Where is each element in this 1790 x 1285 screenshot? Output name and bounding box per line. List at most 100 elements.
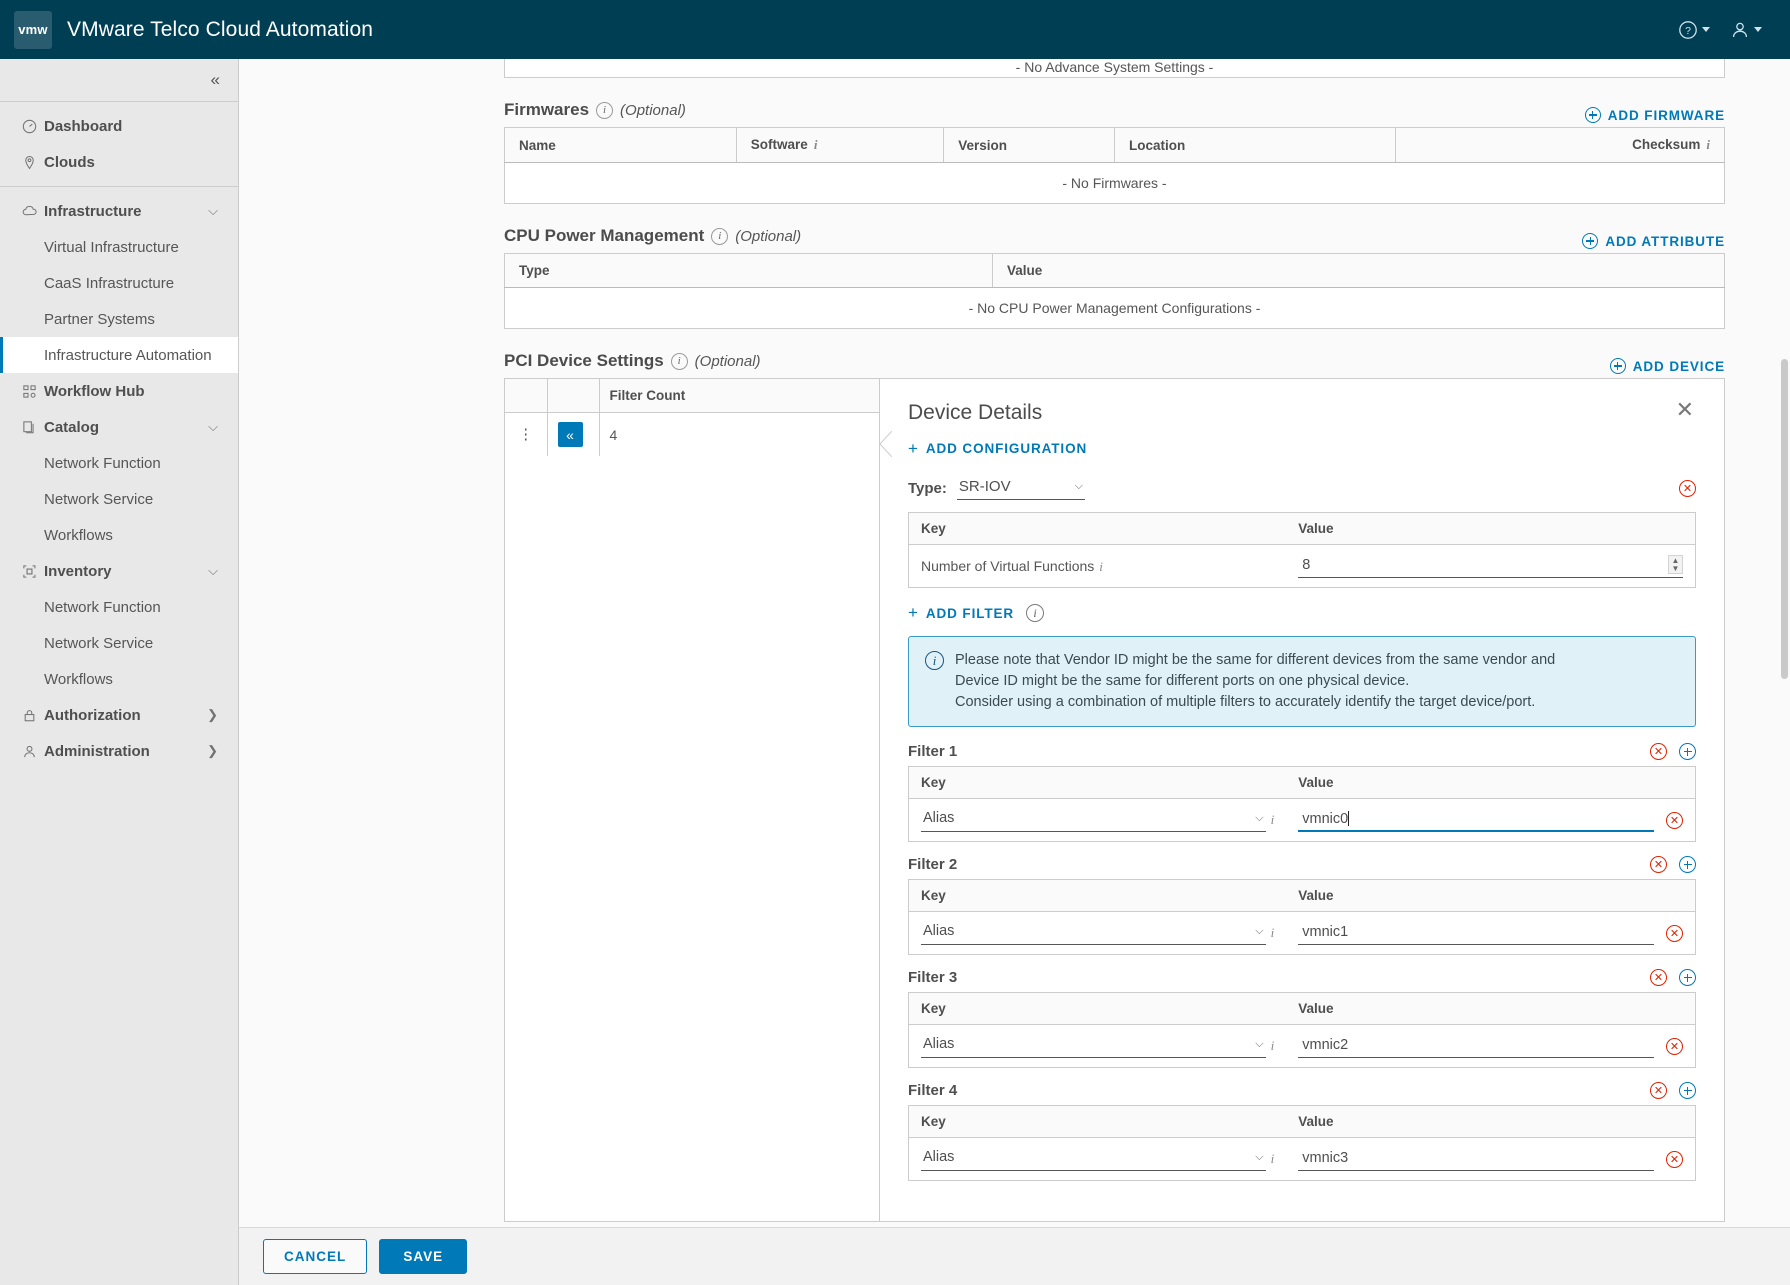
sidebar-item-partner-systems[interactable]: Partner Systems xyxy=(0,301,238,337)
row-collapse-cell: « xyxy=(547,412,600,456)
filter-value-input[interactable]: vmnic3 xyxy=(1298,1148,1654,1171)
add-firmware-button[interactable]: ADD FIRMWARE xyxy=(1584,107,1725,127)
kebab-menu-icon[interactable]: ⋮ xyxy=(505,412,548,456)
location-pin-icon xyxy=(22,155,44,170)
info-icon: i xyxy=(925,651,944,670)
table-row: Alias ⌵ i xyxy=(909,1138,1696,1181)
remove-filter-button[interactable]: ✕ xyxy=(1650,743,1667,760)
info-icon[interactable]: i xyxy=(814,137,818,153)
scroll-pane[interactable]: - No Advance System Settings - Firmwares… xyxy=(239,59,1790,1227)
add-filter-row-button[interactable] xyxy=(1679,856,1696,873)
sidebar-item-virtual-infrastructure[interactable]: Virtual Infrastructure xyxy=(0,229,238,265)
sidebar-item-infrastructure[interactable]: Infrastructure ⌵ xyxy=(0,193,238,229)
cancel-button[interactable]: CANCEL xyxy=(263,1239,368,1274)
info-icon[interactable]: i xyxy=(596,101,614,119)
remove-filter-button[interactable]: ✕ xyxy=(1650,969,1667,986)
add-filter-row-button[interactable] xyxy=(1679,743,1696,760)
info-icon[interactable]: i xyxy=(1706,137,1710,153)
firmwares-table: Name Software i Version Location Checksum… xyxy=(504,127,1726,204)
add-attribute-button[interactable]: ADD ATTRIBUTE xyxy=(1582,233,1725,253)
filter-block: Filter 4 ✕ Key Value Alias ⌵ i vmnic3 ✕ xyxy=(908,1082,1696,1181)
filter-value-input[interactable]: vmnic1 xyxy=(1298,922,1654,945)
clear-filter-value-button[interactable]: ✕ xyxy=(1666,1150,1683,1168)
sidebar-item-label: CaaS Infrastructure xyxy=(44,274,175,292)
sidebar-item-catalog-workflows[interactable]: Workflows xyxy=(0,517,238,553)
sidebar-item-catalog[interactable]: Catalog ⌵ xyxy=(0,409,238,445)
info-icon[interactable]: i xyxy=(1026,604,1045,622)
sidebar-item-catalog-network-function[interactable]: Network Function xyxy=(0,445,238,481)
add-filter-row: + ADD FILTER i xyxy=(908,604,1696,622)
sidebar-collapse-button[interactable]: « xyxy=(0,59,238,102)
chevron-right-icon: ❯ xyxy=(207,707,218,722)
filter-value-input[interactable]: vmnic2 xyxy=(1298,1035,1654,1058)
add-configuration-label: ADD CONFIGURATION xyxy=(925,441,1088,456)
sidebar-item-workflow-hub[interactable]: Workflow Hub xyxy=(0,373,238,409)
collapse-left-icon[interactable]: « xyxy=(557,422,583,447)
filter-value-input[interactable]: vmnic0 xyxy=(1298,809,1654,832)
sidebar-item-administration[interactable]: Administration ❯ xyxy=(0,733,238,769)
filter-value-text: vmnic3 xyxy=(1302,1149,1349,1166)
column-key: Key xyxy=(908,1105,1287,1138)
filter-name: Filter 2 xyxy=(908,856,958,873)
info-icon[interactable]: i xyxy=(1271,1038,1275,1054)
filter-value-text: vmnic2 xyxy=(1302,1036,1349,1053)
save-button[interactable]: SAVE xyxy=(379,1239,468,1274)
remove-filter-button[interactable]: ✕ xyxy=(1650,856,1667,873)
sidebar-item-inventory-network-function[interactable]: Network Function xyxy=(0,589,238,625)
add-device-button[interactable]: ADD DEVICE xyxy=(1609,358,1725,378)
form-footer: CANCEL SAVE xyxy=(239,1227,1790,1285)
firmwares-title: Firmwares i (Optional) xyxy=(504,100,1585,120)
column-value: Value xyxy=(1286,879,1696,912)
sidebar-item-inventory-network-service[interactable]: Network Service xyxy=(0,625,238,661)
filter-key-select[interactable]: Alias ⌵ xyxy=(921,1034,1266,1058)
stepper-arrows-icon[interactable]: ▲ ▼ xyxy=(1668,555,1683,574)
filter-key-select[interactable]: Alias ⌵ xyxy=(921,808,1266,832)
filter-key-select[interactable]: Alias ⌵ xyxy=(921,1147,1266,1171)
table-row[interactable]: ⋮ « 4 xyxy=(505,412,879,456)
filter-name: Filter 3 xyxy=(908,969,958,986)
sidebar-item-dashboard[interactable]: Dashboard xyxy=(0,108,238,144)
remove-configuration-button[interactable]: ✕ xyxy=(1679,479,1696,497)
table-row: - No Firmwares - xyxy=(504,162,1725,204)
alert-line-2: Device ID might be the same for differen… xyxy=(955,673,1410,689)
user-menu-button[interactable] xyxy=(1720,16,1772,44)
virtual-functions-input[interactable] xyxy=(1298,556,1668,573)
sidebar-item-label: Inventory xyxy=(44,562,112,580)
sidebar-item-infrastructure-automation[interactable]: Infrastructure Automation xyxy=(0,337,238,373)
column-actions xyxy=(505,379,548,413)
info-icon[interactable]: i xyxy=(670,352,688,370)
sidebar-item-clouds[interactable]: Clouds xyxy=(0,144,238,180)
clear-filter-value-button[interactable]: ✕ xyxy=(1666,1037,1683,1055)
sidebar-item-catalog-network-service[interactable]: Network Service xyxy=(0,481,238,517)
info-icon[interactable]: i xyxy=(711,227,729,245)
info-icon[interactable]: i xyxy=(1271,925,1275,941)
add-configuration-button[interactable]: + ADD CONFIGURATION xyxy=(908,440,1088,457)
sidebar-item-caas-infrastructure[interactable]: CaaS Infrastructure xyxy=(0,265,238,301)
remove-filter-button[interactable]: ✕ xyxy=(1650,1082,1667,1099)
filter-key-select[interactable]: Alias ⌵ xyxy=(921,921,1266,945)
app-root: vmw VMware Telco Cloud Automation ? « Da… xyxy=(0,0,1790,1285)
add-filter-button[interactable]: + ADD FILTER xyxy=(908,604,1014,621)
close-icon[interactable]: ✕ xyxy=(1674,399,1696,421)
app-header: vmw VMware Telco Cloud Automation ? xyxy=(0,0,1790,59)
vertical-scrollbar[interactable] xyxy=(1779,59,1790,1227)
device-type-select[interactable]: SR-IOV ⌵ xyxy=(956,476,1085,500)
table-row: Alias ⌵ i xyxy=(909,912,1696,955)
help-menu-button[interactable]: ? xyxy=(1668,16,1720,44)
info-icon[interactable]: i xyxy=(1099,559,1103,574)
pci-device-settings-panel: Filter Count ⋮ « 4 Device Details ✕ + AD… xyxy=(504,378,1725,1222)
virtual-functions-stepper[interactable]: ▲▼ xyxy=(1298,554,1683,578)
firmwares-empty: - No Firmwares - xyxy=(504,162,1725,204)
clear-filter-value-button[interactable]: ✕ xyxy=(1666,924,1683,942)
sidebar-item-authorization[interactable]: Authorization ❯ xyxy=(0,697,238,733)
sidebar-item-inventory[interactable]: Inventory ⌵ xyxy=(0,553,238,589)
clear-filter-value-button[interactable]: ✕ xyxy=(1666,811,1683,829)
sidebar-item-inventory-workflows[interactable]: Workflows xyxy=(0,661,238,697)
info-icon[interactable]: i xyxy=(1271,812,1275,828)
scrollbar-thumb[interactable] xyxy=(1781,359,1788,679)
column-value: Value xyxy=(1286,992,1696,1025)
add-filter-row-button[interactable] xyxy=(1679,1082,1696,1099)
add-filter-row-button[interactable] xyxy=(1679,969,1696,986)
catalog-icon xyxy=(22,420,44,435)
info-icon[interactable]: i xyxy=(1271,1151,1275,1167)
